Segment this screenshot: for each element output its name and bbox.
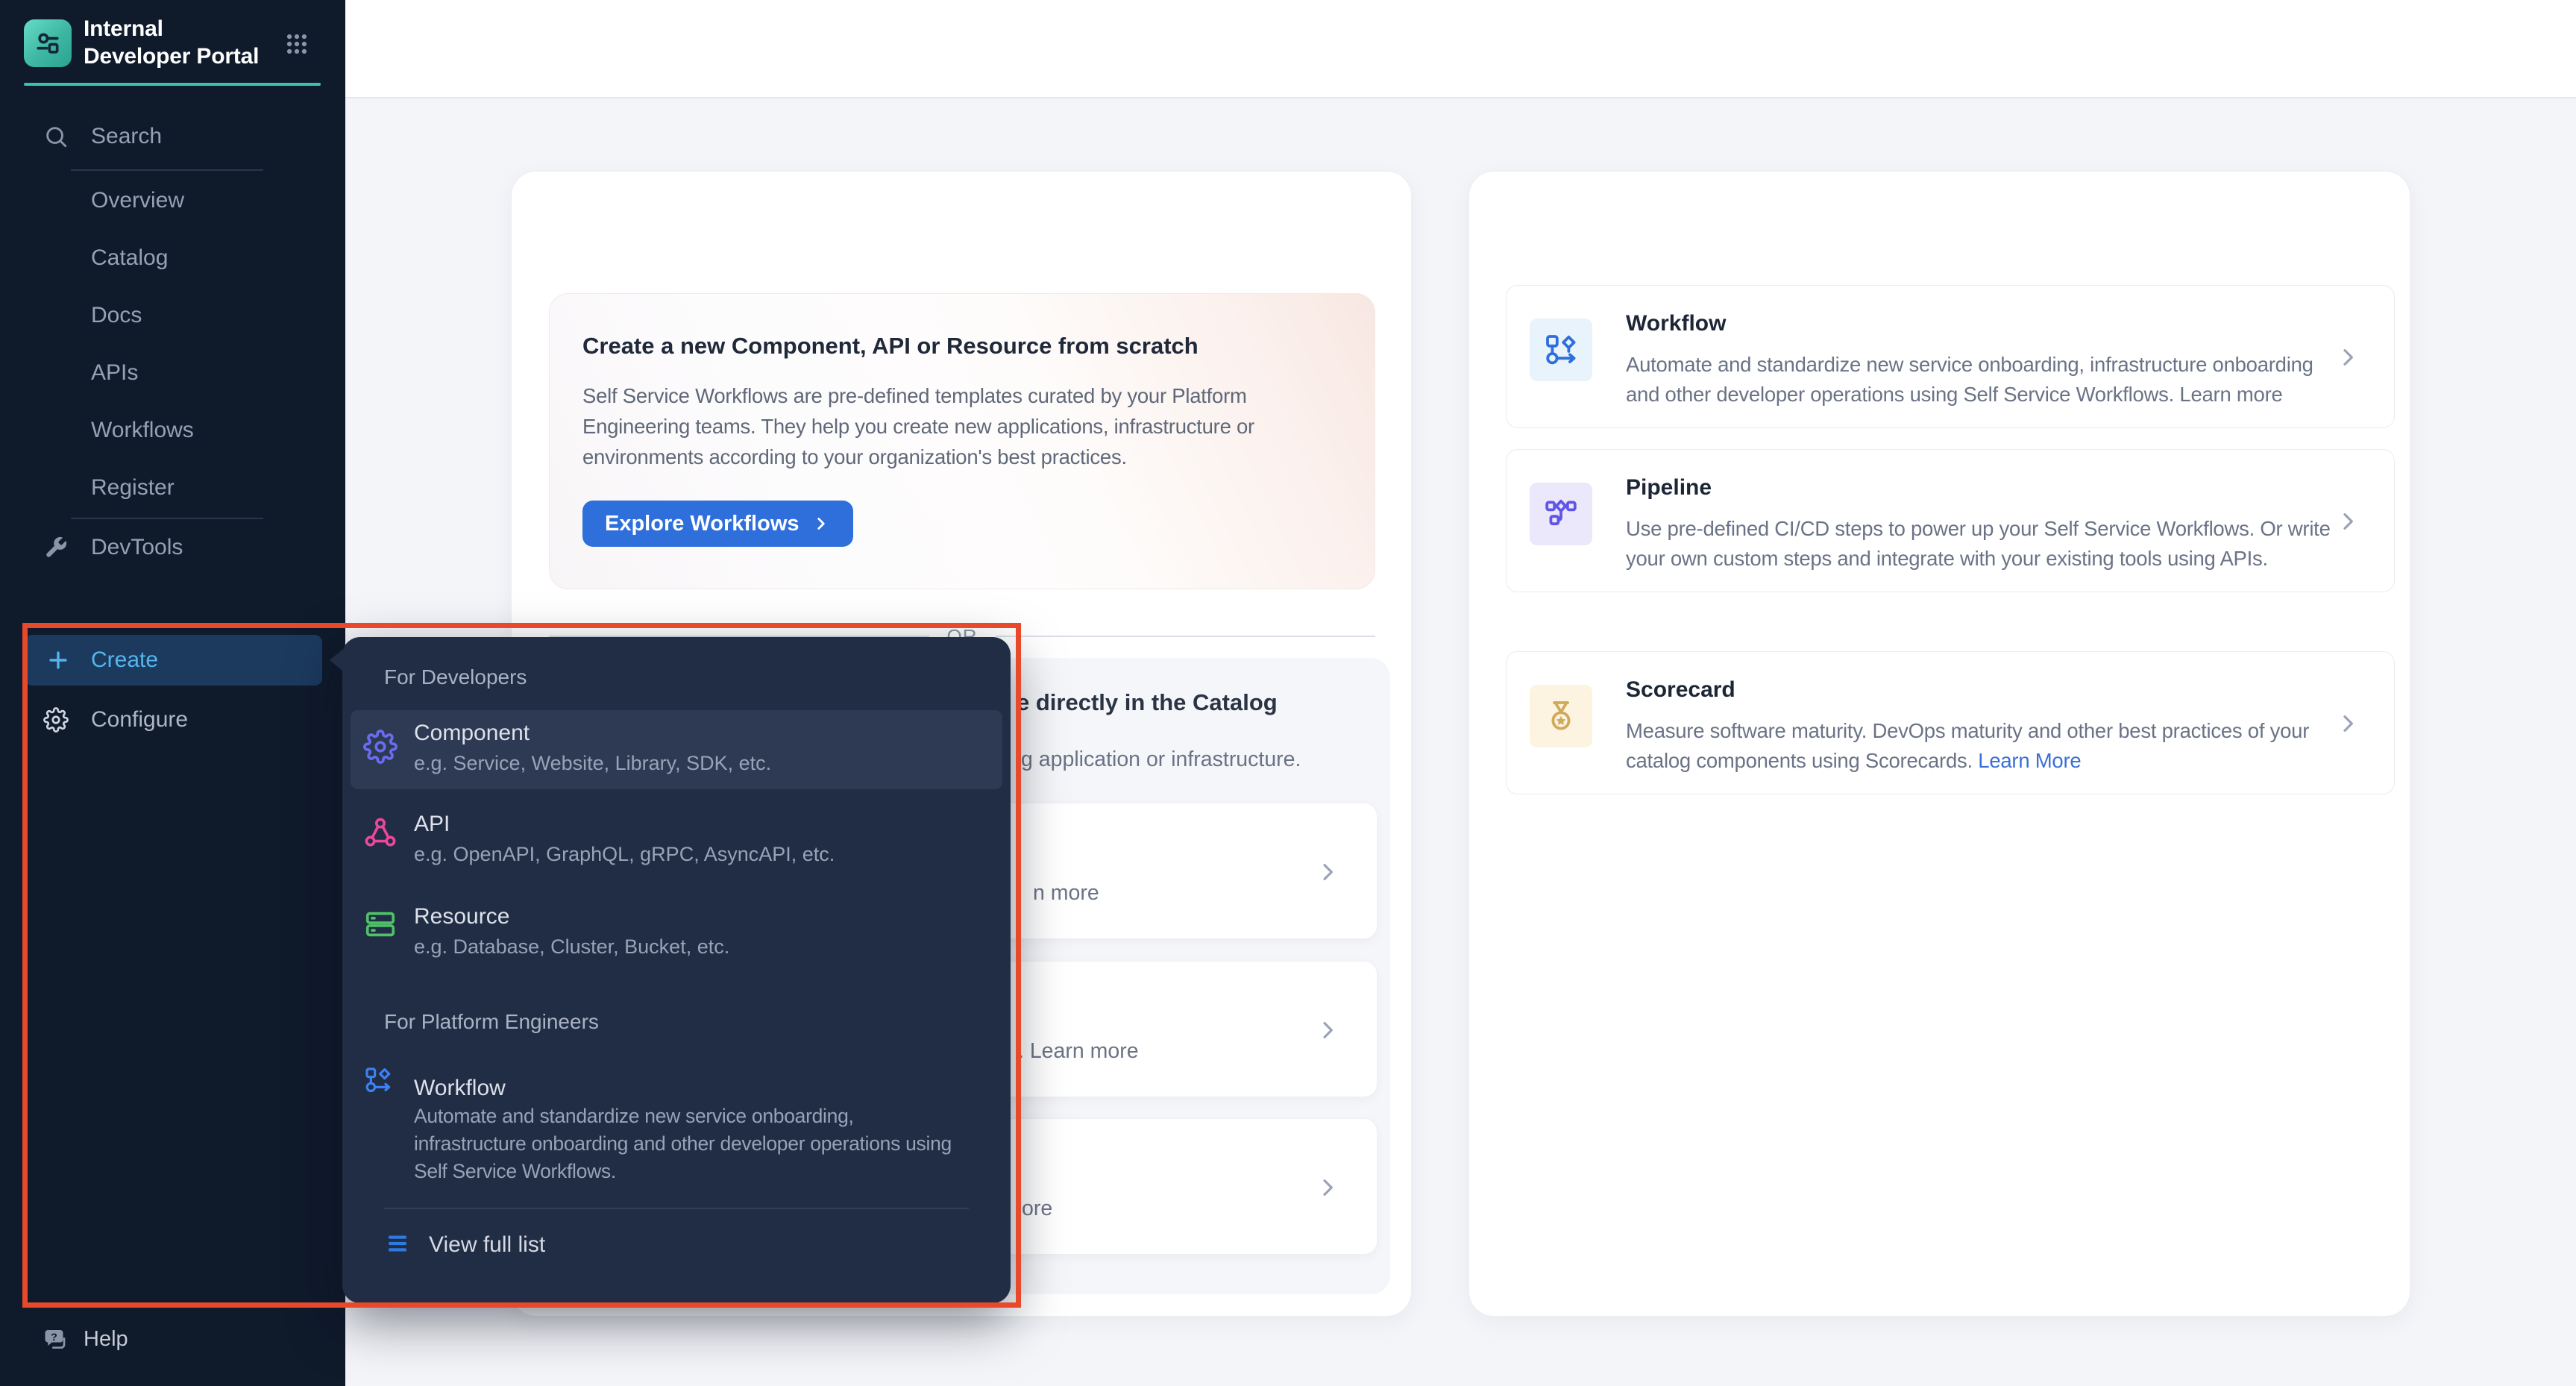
sidebar-item-label: Search bbox=[0, 124, 162, 149]
create-flyout-menu: For Developers Component e.g. Service, W… bbox=[342, 637, 1011, 1303]
flyout-item-title: Component bbox=[414, 721, 530, 746]
api-nodes-icon bbox=[363, 816, 398, 850]
chevron-right-icon bbox=[2336, 712, 2360, 736]
flyout-item-subtitle: e.g. Database, Cluster, Bucket, etc. bbox=[414, 935, 729, 959]
flyout-item-title: Resource bbox=[414, 904, 509, 929]
app-logo bbox=[24, 19, 72, 67]
workflow-icon bbox=[1543, 332, 1579, 368]
sidebar-item-label: Configure bbox=[0, 707, 188, 733]
sidebar-item-label: APIs bbox=[0, 360, 138, 386]
search-icon bbox=[43, 124, 69, 149]
chevron-right-icon bbox=[2336, 509, 2360, 533]
sidebar-item-apis[interactable]: APIs bbox=[0, 352, 345, 394]
sidebar-item-register[interactable]: Register bbox=[0, 467, 345, 509]
component-gear-icon bbox=[363, 730, 398, 764]
app-root: Internal Developer Portal Search Overvie… bbox=[0, 0, 2576, 1386]
flyout-item-description: Automate and standardize new service onb… bbox=[414, 1103, 970, 1185]
sidebar-item-workflows[interactable]: Workflows bbox=[0, 410, 345, 451]
apps-grid-icon[interactable] bbox=[284, 31, 310, 57]
platform-engineer-card: If you are an Platform Engineer ... Work… bbox=[1468, 171, 2410, 1317]
learn-more-link[interactable]: Learn More bbox=[1978, 749, 2081, 772]
flyout-caret bbox=[330, 649, 343, 671]
flyout-item-title: API bbox=[414, 812, 450, 837]
register-row-text-fragment: n more bbox=[1033, 881, 1099, 906]
flyout-section-platform-engineers: For Platform Engineers bbox=[384, 1010, 599, 1034]
sliders-logo-icon bbox=[33, 28, 63, 58]
flyout-section-developers: For Developers bbox=[384, 665, 527, 689]
sidebar-item-label: DevTools bbox=[0, 535, 183, 560]
list-icon bbox=[384, 1230, 411, 1257]
explore-workflows-button[interactable]: Explore Workflows bbox=[582, 501, 853, 547]
sidebar-divider bbox=[71, 518, 263, 519]
explore-workflows-label: Explore Workflows bbox=[605, 512, 799, 536]
chevron-right-icon bbox=[1316, 1018, 1339, 1042]
pipeline-icon-tile bbox=[1530, 483, 1592, 545]
chevron-right-icon bbox=[811, 514, 831, 533]
register-row-text-fragment: ore bbox=[1022, 1197, 1052, 1221]
app-title: Internal Developer Portal bbox=[84, 15, 270, 70]
row-description-text: Measure software maturity. DevOps maturi… bbox=[1626, 719, 2309, 772]
view-full-list-label: View full list bbox=[429, 1232, 545, 1258]
chevron-right-icon bbox=[1316, 1176, 1339, 1200]
sidebar-item-catalog[interactable]: Catalog bbox=[0, 237, 345, 279]
workflow-icon-tile bbox=[1530, 319, 1592, 381]
row-description: Use pre-defined CI/CD steps to power up … bbox=[1626, 514, 2336, 574]
scratch-heading: Create a new Component, API or Resource … bbox=[582, 333, 1199, 360]
page-header bbox=[345, 0, 2576, 98]
row-title: Scorecard bbox=[1626, 677, 1735, 703]
sidebar-item-label: Catalog bbox=[0, 245, 168, 271]
sidebar-item-label: Create bbox=[25, 647, 158, 673]
register-subtitle-fragment: g application or infrastructure. bbox=[1021, 747, 1301, 772]
sidebar-item-configure[interactable]: Configure bbox=[0, 699, 345, 741]
gear-icon bbox=[43, 707, 69, 733]
sidebar-item-label: Overview bbox=[0, 188, 184, 213]
scratch-description: Self Service Workflows are pre-defined t… bbox=[582, 380, 1351, 472]
pipeline-row[interactable]: Pipeline Use pre-defined CI/CD steps to … bbox=[1506, 449, 2395, 592]
create-from-scratch-card: Create a new Component, API or Resource … bbox=[549, 293, 1375, 589]
sidebar-item-devtools[interactable]: DevTools bbox=[0, 527, 345, 568]
divider-line bbox=[996, 636, 1376, 637]
pipeline-icon bbox=[1543, 496, 1579, 532]
flyout-item-title: Workflow bbox=[414, 1076, 506, 1101]
sidebar-item-help[interactable]: ? Help bbox=[0, 1315, 345, 1363]
sidebar-item-label: Register bbox=[0, 475, 175, 501]
row-description: Automate and standardize new service onb… bbox=[1626, 350, 2336, 410]
chevron-right-icon bbox=[2336, 345, 2360, 369]
row-title: Pipeline bbox=[1626, 475, 1712, 501]
scorecard-row[interactable]: Scorecard Measure software maturity. Dev… bbox=[1506, 651, 2395, 794]
scorecard-icon-tile bbox=[1530, 685, 1592, 747]
sidebar-item-search[interactable]: Search bbox=[0, 116, 345, 157]
flyout-item-subtitle: e.g. Service, Website, Library, SDK, etc… bbox=[414, 752, 771, 775]
sidebar-item-create[interactable]: Create bbox=[25, 635, 322, 686]
sidebar-item-docs[interactable]: Docs bbox=[0, 295, 345, 336]
scorecard-medal-icon bbox=[1543, 698, 1579, 734]
row-title: Workflow bbox=[1626, 311, 1726, 336]
help-chat-icon: ? bbox=[42, 1326, 69, 1352]
chevron-right-icon bbox=[1316, 860, 1339, 884]
view-full-list-button[interactable]: View full list bbox=[342, 1226, 1011, 1273]
sidebar-item-label: Workflows bbox=[0, 418, 194, 443]
sidebar-divider bbox=[71, 169, 263, 171]
resource-server-icon bbox=[363, 907, 398, 941]
plus-icon bbox=[45, 647, 71, 673]
sidebar-accent-rule bbox=[24, 83, 321, 86]
register-row-text-fragment: . Learn more bbox=[1018, 1039, 1139, 1064]
sidebar: Internal Developer Portal Search Overvie… bbox=[0, 0, 345, 1386]
flyout-divider bbox=[384, 1208, 969, 1209]
sidebar-item-overview[interactable]: Overview bbox=[0, 180, 345, 222]
svg-text:?: ? bbox=[51, 1332, 57, 1343]
flyout-item-subtitle: e.g. OpenAPI, GraphQL, gRPC, AsyncAPI, e… bbox=[414, 843, 835, 866]
workflow-row[interactable]: Workflow Automate and standardize new se… bbox=[1506, 285, 2395, 428]
sidebar-item-label: Docs bbox=[0, 303, 142, 328]
row-description: Measure software maturity. DevOps maturi… bbox=[1626, 716, 2336, 776]
workflow-icon bbox=[363, 1065, 393, 1095]
register-heading-fragment: e directly in the Catalog bbox=[1017, 689, 1278, 716]
wrench-icon bbox=[43, 535, 69, 560]
